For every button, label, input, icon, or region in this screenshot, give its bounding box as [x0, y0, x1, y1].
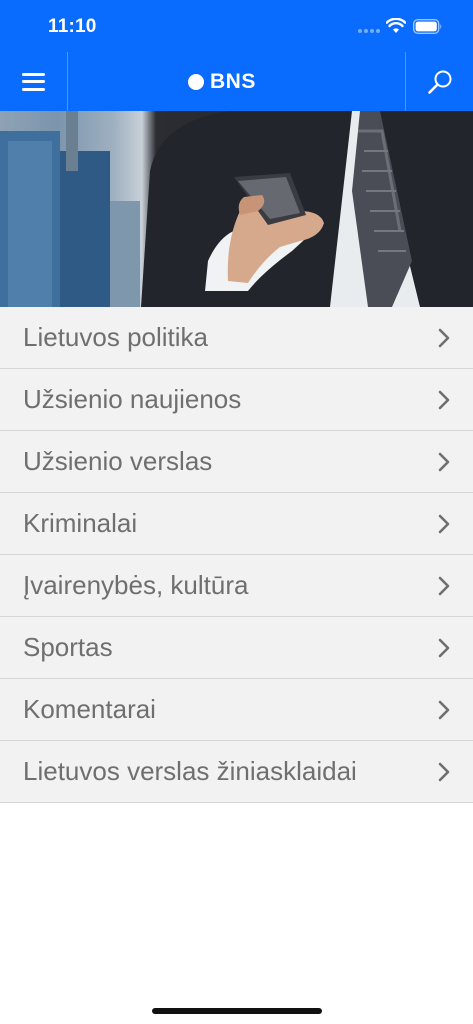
navigation-bar: BNS	[0, 52, 473, 111]
list-item-lietuvos-politika[interactable]: Lietuvos politika	[0, 307, 473, 369]
hamburger-icon	[22, 72, 45, 91]
battery-icon	[413, 19, 442, 34]
list-item-kriminalai[interactable]: Kriminalai	[0, 493, 473, 555]
cellular-signal-icon	[358, 29, 380, 34]
chevron-right-icon	[438, 390, 450, 410]
list-item-label: Kriminalai	[23, 508, 138, 538]
category-list: Lietuvos politika Užsienio naujienos Užs…	[0, 307, 473, 803]
businessman-phone-illustration	[0, 111, 473, 307]
list-item-ivairenybes-kultura[interactable]: Įvairenybės, kultūra	[0, 555, 473, 617]
chevron-right-icon	[438, 762, 450, 782]
chevron-right-icon	[438, 328, 450, 348]
hero-banner-image	[0, 111, 473, 307]
list-item-komentarai[interactable]: Komentarai	[0, 679, 473, 741]
chevron-right-icon	[438, 576, 450, 596]
list-item-lietuvos-verslas-ziniasklaidai[interactable]: Lietuvos verslas žiniasklaidai	[0, 741, 473, 803]
list-item-uzsienio-naujienos[interactable]: Užsienio naujienos	[0, 369, 473, 431]
logo-text: BNS	[210, 70, 256, 93]
chevron-right-icon	[438, 514, 450, 534]
list-item-label: Komentarai	[23, 694, 156, 724]
list-item-label: Sportas	[23, 632, 113, 662]
list-item-sportas[interactable]: Sportas	[0, 617, 473, 679]
list-item-label: Įvairenybės, kultūra	[23, 570, 249, 600]
status-bar: 11:10	[0, 0, 473, 52]
list-item-label: Lietuvos verslas žiniasklaidai	[23, 756, 357, 786]
list-item-label: Užsienio naujienos	[23, 384, 242, 414]
list-item-label: Užsienio verslas	[23, 446, 213, 476]
logo-dot	[188, 74, 204, 90]
wifi-icon	[386, 18, 406, 33]
list-item-uzsienio-verslas[interactable]: Užsienio verslas	[0, 431, 473, 493]
search-button[interactable]	[405, 52, 473, 111]
search-icon	[427, 70, 451, 94]
home-indicator[interactable]	[152, 1008, 322, 1014]
chevron-right-icon	[438, 700, 450, 720]
bns-logo: BNS	[188, 68, 256, 96]
list-item-label: Lietuvos politika	[23, 322, 208, 352]
menu-button[interactable]	[0, 52, 68, 111]
status-time: 11:10	[48, 16, 97, 37]
chevron-right-icon	[438, 638, 450, 658]
chevron-right-icon	[438, 452, 450, 472]
app-header: 11:10 BNS	[0, 0, 473, 111]
